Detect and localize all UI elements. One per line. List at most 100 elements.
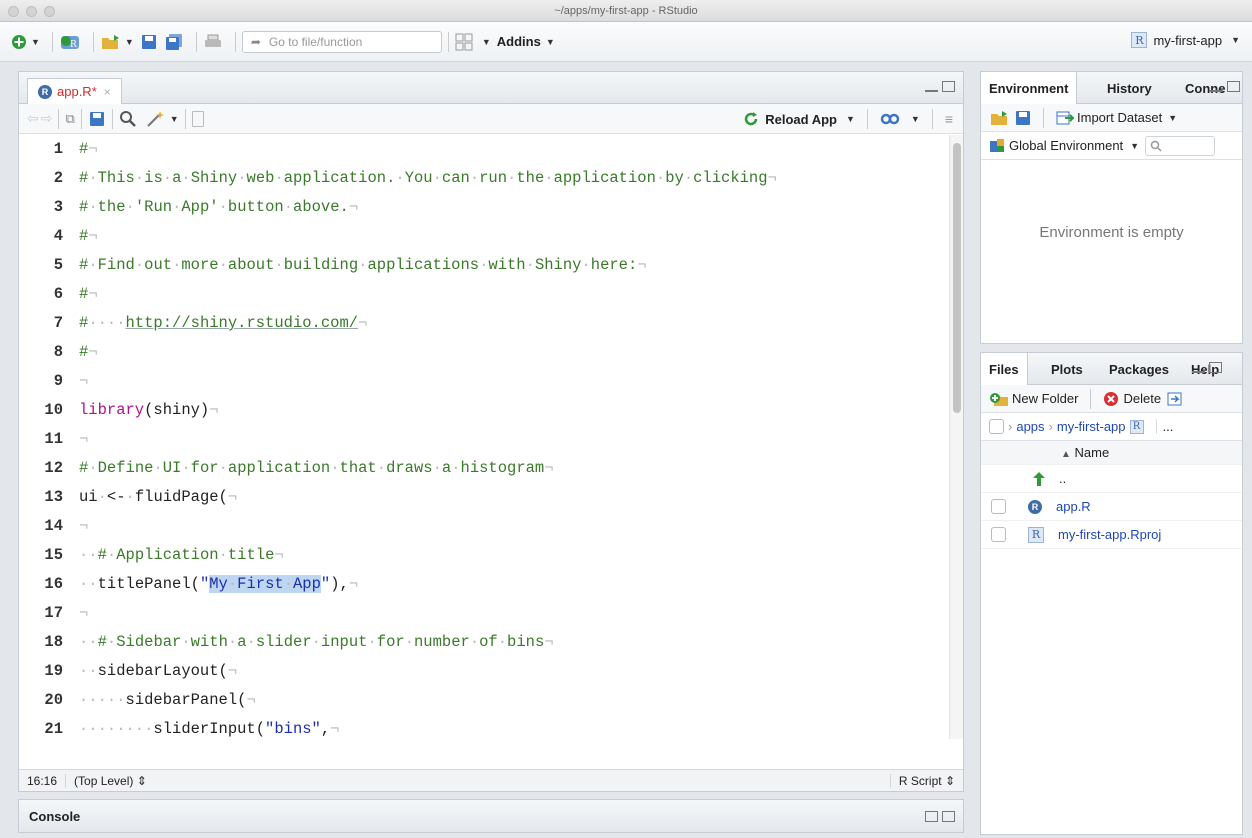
code-line[interactable]: 3 #·the·'Run·App'·button·above.¬ xyxy=(19,193,963,222)
code-line[interactable]: 17 ¬ xyxy=(19,599,963,628)
code-line[interactable]: 4 #¬ xyxy=(19,222,963,251)
toolbar-separator xyxy=(195,31,197,52)
code-line[interactable]: 14 ¬ xyxy=(19,512,963,541)
tab-history[interactable]: History xyxy=(1099,72,1160,104)
save-icon[interactable] xyxy=(88,110,106,128)
toolbar-separator xyxy=(866,109,868,129)
code-line[interactable]: 13 ui·<-·fluidPage(¬ xyxy=(19,483,963,512)
sort-name-header[interactable]: ▲ Name xyxy=(1061,445,1109,460)
code-line[interactable]: 16 ··titlePanel("My·First·App"),¬ xyxy=(19,570,963,599)
files-tabstrip: Files Plots Packages Help xyxy=(981,353,1242,385)
tab-files[interactable]: Files xyxy=(981,353,1028,385)
console-title[interactable]: Console xyxy=(29,809,80,824)
breadcrumb-my-first-app[interactable]: my-first-app xyxy=(1057,419,1126,434)
code-line[interactable]: 12 #·Define·UI·for·application·that·draws… xyxy=(19,454,963,483)
line-text: ·····sidebarPanel(¬ xyxy=(79,691,256,709)
delete-button[interactable]: Delete xyxy=(1103,391,1161,407)
import-dataset-button[interactable]: Import Dataset ▼ xyxy=(1056,110,1177,125)
new-folder-button[interactable]: New Folder xyxy=(989,391,1078,407)
magic-wand-icon[interactable] xyxy=(145,110,167,128)
folder-open-icon xyxy=(101,34,119,49)
more-path-button[interactable]: ... xyxy=(1155,419,1173,434)
load-workspace-icon[interactable] xyxy=(989,110,1009,126)
search-icon[interactable] xyxy=(119,110,137,128)
rename-icon[interactable] xyxy=(1167,391,1183,407)
maximize-pane-icon[interactable] xyxy=(1227,81,1240,92)
line-number: 4 xyxy=(53,227,63,245)
updown-icon: ⇕ xyxy=(136,773,147,788)
breadcrumb-apps[interactable]: apps xyxy=(1016,419,1044,434)
toolbar-separator xyxy=(184,108,186,129)
tab-environment[interactable]: Environment xyxy=(981,72,1078,104)
scrollbar-thumb[interactable] xyxy=(953,143,961,413)
reload-app-button[interactable]: Reload App xyxy=(765,112,837,127)
file-checkbox[interactable] xyxy=(991,499,1006,514)
code-line[interactable]: 9 ¬ xyxy=(19,367,963,396)
code-editor[interactable]: 1 #¬ 2 #·This·is·a·Shiny·web·application.·Y… xyxy=(19,135,963,739)
maximize-pane-icon[interactable] xyxy=(942,811,955,822)
line-number: 2 xyxy=(53,169,63,187)
code-line[interactable]: 18 ··#·Sidebar·with·a·slider·input·for·nu… xyxy=(19,628,963,657)
open-file-button[interactable]: ▼ xyxy=(100,30,134,54)
editor-scrollbar[interactable] xyxy=(949,135,963,739)
new-file-button[interactable]: ▼ xyxy=(10,30,40,54)
file-name-link[interactable]: app.R xyxy=(1056,499,1091,514)
code-line[interactable]: 5 #·Find·out·more·about·building·applicat… xyxy=(19,251,963,280)
file-row[interactable]: R my-first-app.Rproj xyxy=(981,521,1242,549)
compile-report-icon[interactable] xyxy=(191,110,204,127)
code-line[interactable]: 2 #·This·is·a·Shiny·web·application.·You·… xyxy=(19,164,963,193)
code-line[interactable]: 20 ·····sidebarPanel(¬ xyxy=(19,686,963,715)
scope-selector[interactable]: (Top Level) ⇕ xyxy=(66,774,155,788)
file-row-parent[interactable]: .. xyxy=(981,465,1242,493)
environment-selector[interactable]: Global Environment ▼ xyxy=(989,138,1139,154)
addins-menu[interactable]: ▼ Addins ▼ xyxy=(479,30,555,54)
outline-icon[interactable]: ≡ xyxy=(945,111,953,127)
tab-label: app.R* xyxy=(57,84,97,99)
publish-icon[interactable] xyxy=(880,112,902,126)
maximize-pane-icon[interactable] xyxy=(942,81,955,92)
show-in-window-icon[interactable]: ⧉ xyxy=(65,111,74,127)
forward-icon[interactable]: ⇨ xyxy=(41,110,53,127)
file-type-selector[interactable]: R Script ⇕ xyxy=(889,773,963,788)
code-line[interactable]: 7 #····http://shiny.rstudio.com/¬ xyxy=(19,309,963,338)
new-project-button[interactable]: R xyxy=(59,30,81,54)
back-icon[interactable]: ⇦ xyxy=(27,110,39,127)
minimize-pane-icon[interactable] xyxy=(1192,368,1205,373)
restore-pane-icon[interactable] xyxy=(925,811,938,822)
workspace-panes-button[interactable] xyxy=(455,30,473,54)
close-window-button[interactable] xyxy=(8,6,19,17)
file-checkbox[interactable] xyxy=(991,527,1006,542)
editor-statusbar: 16:16 (Top Level) ⇕ R Script ⇕ xyxy=(19,769,963,791)
minimize-pane-icon[interactable] xyxy=(925,87,938,92)
code-line[interactable]: 8 #¬ xyxy=(19,338,963,367)
code-line[interactable]: 10 library(shiny)¬ xyxy=(19,396,963,425)
code-line[interactable]: 19 ··sidebarLayout(¬ xyxy=(19,657,963,686)
chevron-down-icon[interactable]: ▼ xyxy=(911,114,920,124)
goto-file-input[interactable]: ➦ Go to file/function xyxy=(241,30,442,53)
close-tab-icon[interactable]: × xyxy=(104,85,111,99)
save-button[interactable] xyxy=(140,30,158,54)
minimize-pane-icon[interactable] xyxy=(1210,87,1223,92)
print-button[interactable] xyxy=(203,30,223,54)
chevron-down-icon[interactable]: ▼ xyxy=(170,114,179,124)
code-line[interactable]: 1 #¬ xyxy=(19,135,963,164)
tab-plots[interactable]: Plots xyxy=(1043,353,1091,385)
chevron-down-icon[interactable]: ▼ xyxy=(846,114,855,124)
code-line[interactable]: 21 ········sliderInput("bins",¬ xyxy=(19,715,963,739)
env-search-input[interactable] xyxy=(1145,135,1216,156)
file-row[interactable]: R app.R xyxy=(981,493,1242,521)
code-line[interactable]: 11 ¬ xyxy=(19,425,963,454)
select-all-checkbox[interactable] xyxy=(989,419,1004,434)
file-name-link[interactable]: my-first-app.Rproj xyxy=(1058,527,1161,542)
maximize-pane-icon[interactable] xyxy=(1209,362,1222,373)
save-workspace-icon[interactable] xyxy=(1015,110,1031,126)
main-toolbar: ▼ R ▼ ➦ Go to file/function ▼ Addins ▼ xyxy=(0,22,1252,62)
save-all-button[interactable] xyxy=(164,30,184,54)
project-menu[interactable]: R my-first-app ▼ xyxy=(1131,32,1240,48)
tab-app-r[interactable]: R app.R* × xyxy=(27,78,122,104)
code-line[interactable]: 6 #¬ xyxy=(19,280,963,309)
zoom-window-button[interactable] xyxy=(44,6,55,17)
minimize-window-button[interactable] xyxy=(26,6,37,17)
code-line[interactable]: 15 ··#·Application·title¬ xyxy=(19,541,963,570)
tab-packages[interactable]: Packages xyxy=(1101,353,1177,385)
